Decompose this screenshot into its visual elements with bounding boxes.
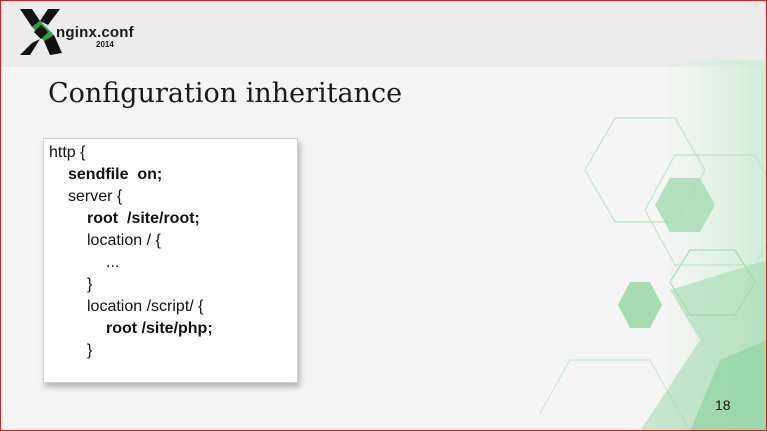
code-line: server { bbox=[68, 188, 123, 205]
hexagon-decoration bbox=[540, 60, 767, 431]
logo-year: 2014 bbox=[96, 40, 114, 49]
code-line: location / { bbox=[87, 232, 161, 249]
slide-header: nginx.conf 2014 bbox=[0, 0, 767, 67]
code-line: sendfile on; bbox=[68, 166, 163, 183]
code-line: root /site/php; bbox=[106, 320, 213, 337]
code-line: http { bbox=[49, 144, 86, 161]
nginx-conf-logo: nginx.conf 2014 bbox=[18, 5, 138, 60]
logo-name: nginx.conf bbox=[56, 24, 134, 41]
page-number: 18 bbox=[715, 397, 731, 413]
code-line: } bbox=[87, 342, 93, 359]
slide-title: Configuration inheritance bbox=[48, 78, 403, 109]
code-line: root /site/root; bbox=[87, 210, 200, 227]
code-line: } bbox=[87, 276, 93, 293]
code-box: http { sendfile on; server { root /site/roo… bbox=[43, 138, 298, 383]
code-line: location /script/ { bbox=[87, 298, 204, 315]
code-line: ... bbox=[106, 254, 120, 271]
